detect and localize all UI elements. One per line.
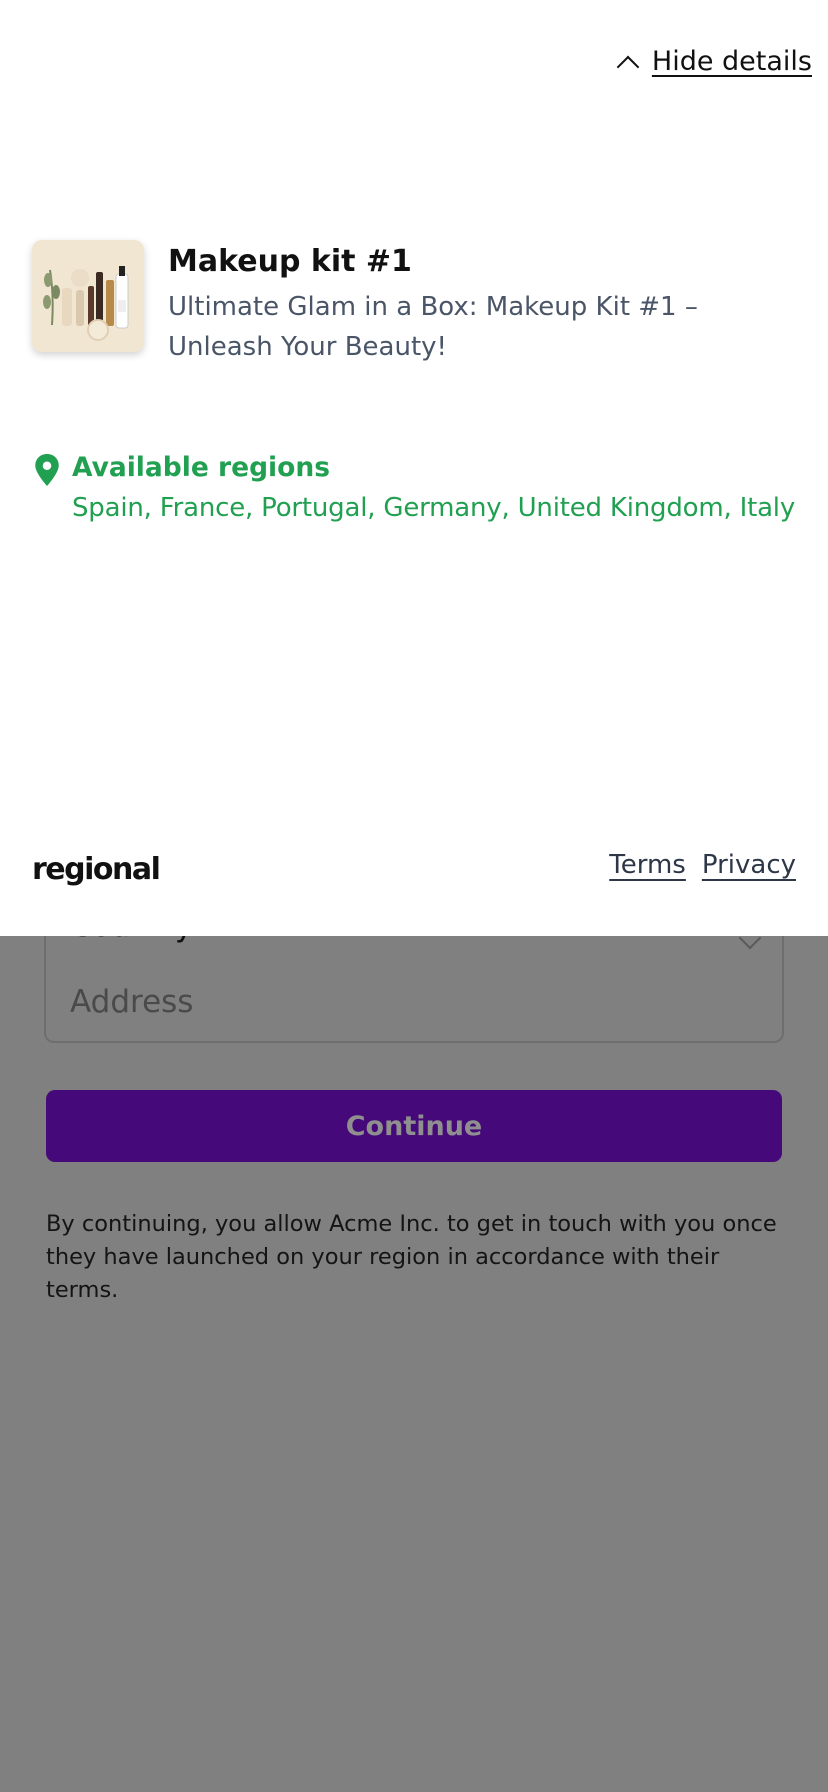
- consent-text: By continuing, you allow Acme Inc. to ge…: [46, 1211, 777, 1303]
- regions-list: Spain, France, Portugal, Germany, United…: [72, 493, 796, 523]
- available-regions: Available regions Spain, France, Portuga…: [34, 452, 814, 523]
- brand-logo: regional: [32, 852, 161, 887]
- privacy-link[interactable]: Privacy: [702, 850, 796, 880]
- location-pin-icon: [35, 454, 59, 486]
- product-summary: Makeup kit #1 Ultimate Glam in a Box: Ma…: [32, 240, 802, 367]
- regions-text: Available regions Spain, France, Portuga…: [72, 452, 795, 523]
- product-title: Makeup kit #1: [168, 244, 412, 279]
- hide-details-label: Hide details: [651, 46, 812, 77]
- continue-button[interactable]: Continue: [46, 1090, 782, 1162]
- terms-link[interactable]: Terms: [609, 850, 686, 880]
- footer-links: Terms Privacy: [609, 850, 796, 880]
- address-input[interactable]: Address: [44, 968, 784, 1043]
- product-image: [32, 240, 144, 352]
- address-placeholder: Address: [70, 984, 194, 1020]
- product-description: Ultimate Glam in a Box: Makeup Kit #1 – …: [168, 292, 698, 362]
- chevron-up-icon: [616, 55, 640, 78]
- hide-details-button[interactable]: Hide details: [616, 46, 812, 78]
- product-text: Makeup kit #1 Ultimate Glam in a Box: Ma…: [168, 240, 788, 367]
- details-sheet: Hide details Makeup kit #1 Ultimate Glam…: [0, 0, 828, 936]
- regions-title: Available regions: [72, 452, 330, 483]
